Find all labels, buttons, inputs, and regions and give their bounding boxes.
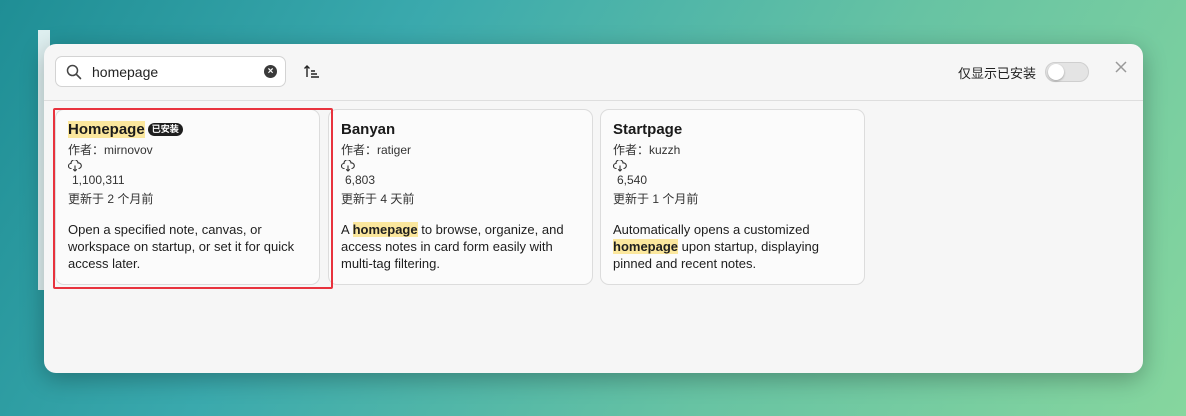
plugin-downloads: 6,540 bbox=[617, 173, 648, 187]
plugin-card-banyan[interactable]: Banyan 作者：ratiger 6,803 更新于 4 天前 A homep… bbox=[328, 109, 593, 285]
plugin-author: 作者：kuzzh bbox=[613, 143, 681, 157]
plugin-updated: 更新于 4 天前 bbox=[341, 192, 415, 206]
clear-icon[interactable]: × bbox=[264, 65, 277, 78]
installed-badge: 已安装 bbox=[147, 123, 183, 136]
plugin-downloads: 1,100,311 bbox=[72, 173, 125, 187]
plugin-name: Homepage bbox=[68, 121, 145, 138]
search-box[interactable]: × bbox=[55, 56, 286, 87]
toggle-knob bbox=[1048, 64, 1064, 80]
plugin-downloads: 6,803 bbox=[345, 173, 376, 187]
plugin-author: 作者：mirnovov bbox=[68, 143, 153, 157]
plugin-description: Open a specified note, canvas, or worksp… bbox=[68, 222, 295, 271]
plugin-name: Banyan bbox=[341, 121, 396, 138]
community-plugins-modal: × 仅显示已安装 Homepage已安装 作者：mirnovov 1,100,3 bbox=[44, 44, 1143, 373]
plugin-author: 作者：ratiger bbox=[341, 143, 412, 157]
plugin-card-startpage[interactable]: Startpage 作者：kuzzh 6,540 更新于 1 个月前 Autom… bbox=[600, 109, 865, 285]
search-input[interactable] bbox=[92, 62, 252, 82]
search-highlight: homepage bbox=[352, 222, 418, 237]
sort-icon[interactable] bbox=[303, 63, 321, 81]
installed-only-toggle[interactable] bbox=[1045, 62, 1089, 82]
close-icon[interactable] bbox=[1114, 60, 1128, 74]
search-highlight: homepage bbox=[613, 239, 679, 254]
toolbar: × 仅显示已安装 bbox=[44, 44, 1143, 101]
search-icon bbox=[66, 64, 82, 80]
plugin-title: Homepage 已安装 bbox=[68, 120, 307, 140]
download-icon bbox=[341, 160, 355, 172]
plugin-updated: 更新于 2 个月前 bbox=[68, 192, 154, 206]
download-icon bbox=[613, 160, 627, 172]
installed-only-label: 仅显示已安装 bbox=[958, 66, 1037, 81]
plugin-description: Automatically opens a customized homepag… bbox=[613, 222, 819, 271]
plugin-card-homepage[interactable]: Homepage 已安装 作者：mirnovov 1,100,311 更新于 2 … bbox=[55, 109, 320, 285]
download-icon bbox=[68, 160, 82, 172]
plugin-description: A homepage to browse, organize, and acce… bbox=[341, 222, 564, 271]
plugin-name: Startpage bbox=[613, 121, 683, 138]
plugin-updated: 更新于 1 个月前 bbox=[613, 192, 699, 206]
